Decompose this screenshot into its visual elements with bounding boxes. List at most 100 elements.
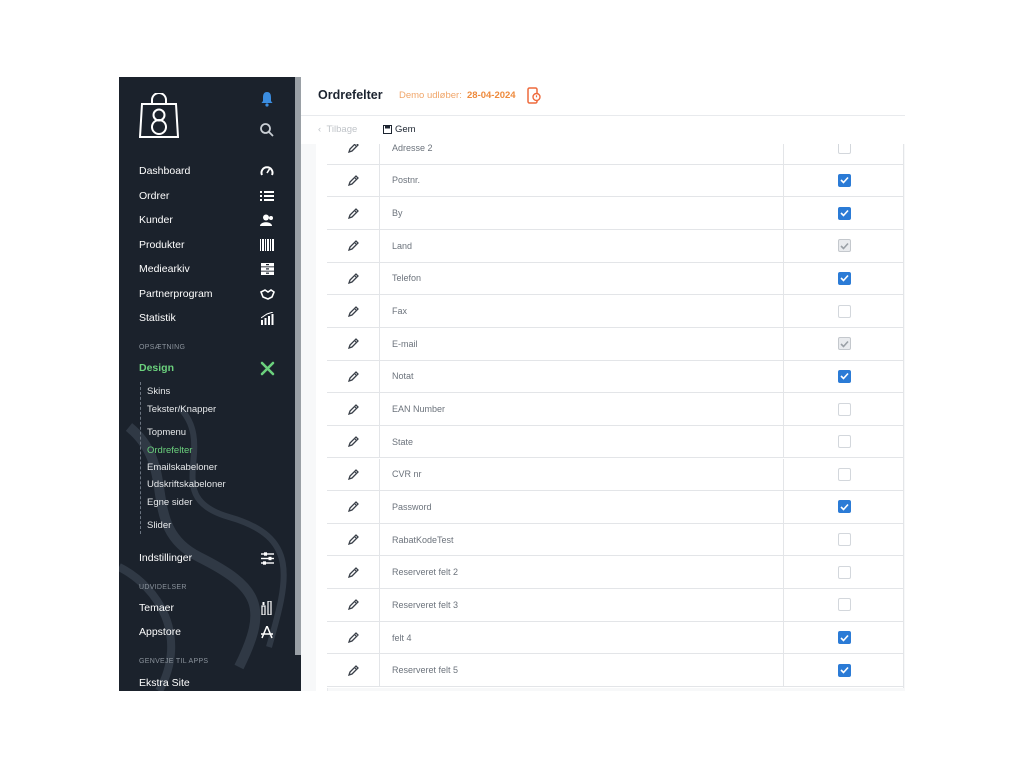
nav-temaer[interactable]: Temaer <box>139 598 275 618</box>
page-title: Ordrefelter <box>318 88 383 102</box>
table-row: Adresse 2 <box>327 144 903 165</box>
nav-dashboard[interactable]: Dashboard <box>139 161 275 181</box>
nav-partnerprogram[interactable]: Partnerprogram <box>139 284 275 304</box>
edit-field-button[interactable] <box>327 144 380 164</box>
back-button[interactable]: ‹ Tilbage <box>318 124 357 135</box>
edit-field-button[interactable] <box>327 262 380 295</box>
pencil-icon <box>347 664 359 676</box>
nav-appstore[interactable]: Appstore <box>139 622 275 642</box>
checkmark-icon <box>839 634 849 642</box>
field-required-cell <box>783 458 903 491</box>
edit-field-button[interactable] <box>327 229 380 262</box>
subnav-tekster-knapper[interactable]: Tekster/Knapper <box>147 404 216 415</box>
edit-field-button[interactable] <box>327 589 380 621</box>
field-checkbox[interactable] <box>837 369 851 383</box>
field-checkbox[interactable] <box>837 598 851 612</box>
field-name: Reserveret felt 2 <box>392 567 459 578</box>
table-row: Reserveret felt 5 <box>327 654 903 688</box>
bell-icon[interactable] <box>260 91 274 107</box>
field-checkbox[interactable] <box>837 304 851 318</box>
field-name: Adresse 2 <box>392 144 433 153</box>
edit-field-button[interactable] <box>327 360 380 393</box>
brushes-icon <box>259 600 275 616</box>
nav-ekstra-site[interactable]: Ekstra Site <box>139 673 275 691</box>
field-checkbox[interactable] <box>837 500 851 514</box>
shop-logo-icon[interactable] <box>139 93 179 139</box>
section-label-shortcuts: GENVEJE TIL APPS <box>139 658 209 665</box>
table-row: Land <box>327 229 903 263</box>
field-name: EAN Number <box>392 404 446 414</box>
field-required-cell <box>783 491 903 523</box>
field-checkbox[interactable] <box>837 271 851 285</box>
back-label: Tilbage <box>326 124 358 135</box>
pencil-icon <box>347 436 359 448</box>
nav-design[interactable]: Design <box>139 358 275 378</box>
demo-expiry-date: 28-04-2024 <box>467 90 516 101</box>
edit-field-button[interactable] <box>327 491 380 523</box>
phone-alert-icon[interactable] <box>527 87 541 104</box>
subnav-slider[interactable]: Slider <box>147 520 171 531</box>
field-required-cell <box>783 295 903 327</box>
nav-label: Partnerprogram <box>139 288 213 300</box>
pencil-icon <box>347 240 359 252</box>
nav-label: Kunder <box>139 214 173 226</box>
table-row: Reserveret felt 3 <box>327 589 903 622</box>
pencil-icon <box>347 534 359 546</box>
nav-label: Design <box>139 362 175 374</box>
edit-field-button[interactable] <box>327 197 380 229</box>
pencil-icon <box>347 207 359 219</box>
field-checkbox[interactable] <box>837 467 851 481</box>
field-checkbox[interactable] <box>837 631 851 645</box>
nav-indstillinger[interactable]: Indstillinger <box>139 548 275 568</box>
field-checkbox[interactable] <box>837 206 851 220</box>
nav-mediearkiv[interactable]: Mediearkiv <box>139 259 275 279</box>
edit-field-button[interactable] <box>327 556 380 589</box>
subnav-egne-sider[interactable]: Egne sider <box>147 497 192 508</box>
edit-field-button[interactable] <box>327 458 380 491</box>
search-icon[interactable] <box>259 122 275 138</box>
design-tools-icon <box>259 360 275 376</box>
table-row: RabatKodeTest <box>327 523 903 557</box>
barcode-icon <box>259 237 275 253</box>
edit-field-button[interactable] <box>327 393 380 425</box>
field-required-cell <box>783 589 903 621</box>
field-checkbox[interactable] <box>837 663 851 677</box>
field-checkbox[interactable] <box>837 533 851 547</box>
checkmark-icon <box>839 667 849 674</box>
table-row: Notat <box>327 360 903 394</box>
handshake-icon <box>259 286 275 302</box>
edit-field-button[interactable] <box>327 654 380 687</box>
nav-statistik[interactable]: Statistik <box>139 308 275 328</box>
subnav-skins[interactable]: Skins <box>147 386 170 397</box>
field-checkbox <box>837 239 851 253</box>
field-checkbox[interactable] <box>837 402 851 416</box>
field-name: Reserveret felt 3 <box>392 599 459 610</box>
field-checkbox[interactable] <box>837 435 851 449</box>
edit-field-button[interactable] <box>327 164 380 197</box>
table-row: Fax <box>327 295 903 328</box>
edit-field-button[interactable] <box>327 295 380 327</box>
field-checkbox[interactable] <box>837 565 851 579</box>
edit-field-button[interactable] <box>327 523 380 556</box>
appstore-icon <box>259 624 275 640</box>
nav-kunder[interactable]: Kunder <box>139 210 275 230</box>
nav-label: Dashboard <box>139 165 191 177</box>
field-checkbox <box>837 337 851 351</box>
nav-produkter[interactable]: Produkter <box>139 235 275 255</box>
field-checkbox[interactable] <box>837 173 851 187</box>
subnav-emailskabeloner[interactable]: Emailskabeloner <box>147 462 217 473</box>
save-button[interactable]: Gem <box>383 124 416 135</box>
edit-field-button[interactable] <box>327 621 380 654</box>
section-label-extensions: UDVIDELSER <box>139 584 187 591</box>
toolbar: ‹ Tilbage Gem <box>301 116 905 144</box>
edit-field-button[interactable] <box>327 425 380 458</box>
subnav-topmenu[interactable]: Topmenu <box>147 427 186 438</box>
nav-ordrer[interactable]: Ordrer <box>139 186 275 206</box>
subnav-udskriftskabeloner[interactable]: Udskriftskabeloner <box>147 479 226 490</box>
subnav-ordrefelter[interactable]: Ordrefelter <box>147 445 192 456</box>
checkmark-icon <box>839 340 849 348</box>
pencil-icon <box>347 468 359 480</box>
archive-icon <box>259 261 275 277</box>
field-checkbox[interactable] <box>837 144 851 155</box>
edit-field-button[interactable] <box>327 327 380 360</box>
